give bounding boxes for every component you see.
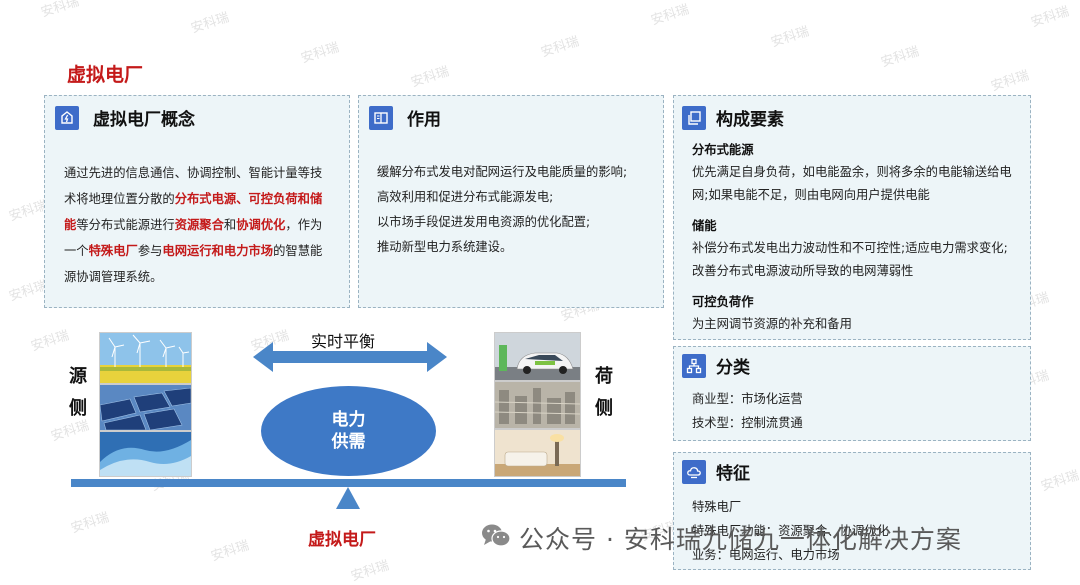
source-side-label: 源 侧	[66, 361, 90, 425]
wind-turbine-image	[99, 332, 192, 384]
concept-highlight: 资源聚合	[174, 218, 224, 232]
effect-title: 作用	[407, 110, 441, 130]
component-text: 补偿分布式发电出力波动性和不可控性;适应电力需求变化;改善分布式电源波动所导致的…	[692, 241, 1008, 278]
wechat-icon	[481, 523, 511, 553]
watermark-text: 安科瑞	[7, 198, 49, 225]
component-head: 储能	[692, 219, 717, 233]
effect-list: 缓解分布式发电对配网运行及电能质量的影响; 高效利用和促进分布式能源发电; 以市…	[377, 160, 627, 260]
layers-icon	[682, 105, 706, 130]
features-title: 特征	[716, 464, 750, 484]
watermark-text: 安科瑞	[39, 0, 81, 21]
watermark-text: 安科瑞	[189, 10, 231, 37]
cloud-icon	[682, 459, 706, 484]
wechat-account-text: 公众号 · 安科瑞九储九一体化解决方案	[519, 525, 962, 554]
ellipse-line: 电力	[331, 410, 366, 430]
wave-image	[99, 431, 192, 477]
watermark-text: 安科瑞	[299, 40, 341, 67]
factory-image	[494, 381, 581, 429]
watermark-text: 安科瑞	[349, 558, 391, 585]
balance-pivot	[336, 487, 360, 509]
load-side-char: 荷	[595, 366, 613, 387]
watermark-text: 安科瑞	[69, 510, 111, 537]
effect-item: 以市场手段促进发用电资源的优化配置;	[377, 215, 591, 229]
effect-card: 作用 缓解分布式发电对配网运行及电能质量的影响; 高效利用和促进分布式能源发电;…	[358, 95, 664, 308]
concept-card: 虚拟电厂概念 通过先进的信息通信、协调控制、智能计量等技术将地理位置分散的分布式…	[44, 95, 350, 308]
concept-text: 通过先进的信息通信、协调控制、智能计量等技术将地理位置分散的分布式电源、可控负荷…	[64, 160, 328, 290]
watermark-text: 安科瑞	[209, 538, 251, 565]
effect-item: 高效利用和促进分布式能源发电;	[377, 190, 554, 204]
book-icon	[369, 105, 393, 130]
balance-beam	[71, 479, 626, 487]
components-header: 构成要素	[682, 105, 784, 130]
living-room-image	[494, 429, 581, 477]
components-title: 构成要素	[716, 110, 784, 130]
watermark-text: 安科瑞	[879, 44, 921, 71]
watermark-text: 安科瑞	[7, 278, 49, 305]
features-header: 特征	[682, 459, 750, 484]
classification-item: 技术型：控制流贯通	[692, 416, 803, 430]
ellipse-line: 供需	[331, 432, 366, 452]
concept-highlight: 特殊电厂	[88, 244, 138, 258]
component-head: 分布式能源	[692, 143, 754, 157]
effect-item: 推动新型电力系统建设。	[377, 240, 513, 254]
classification-header: 分类	[682, 353, 750, 378]
components-card: 构成要素 分布式能源 优先满足自身负荷，如电能盈余，则将多余的电能输送给电网;如…	[673, 95, 1031, 340]
supply-demand-ellipse: 电力 供需	[261, 386, 436, 476]
page-title: 虚拟电厂	[67, 64, 144, 86]
classification-title: 分类	[716, 358, 750, 378]
vpp-bottom-label: 虚拟电厂	[308, 530, 376, 550]
watermark-text: 安科瑞	[649, 2, 691, 29]
component-text: 为主网调节资源的补充和备用	[692, 317, 852, 331]
ev-charging-image	[494, 332, 581, 381]
watermark-text: 安科瑞	[409, 64, 451, 91]
effect-item: 缓解分布式发电对配网运行及电能质量的影响;	[377, 165, 628, 179]
watermark-text: 安科瑞	[989, 68, 1031, 95]
classification-item: 商业型：市场化运营	[692, 392, 803, 406]
concept-highlight: 协调优化	[236, 218, 286, 232]
concept-segment: 和	[223, 218, 237, 232]
source-side-char: 源	[69, 366, 87, 387]
concept-segment: 参与	[137, 244, 163, 258]
concept-segment: 等分布式能源进行	[76, 218, 175, 232]
classification-card: 分类 商业型：市场化运营 技术型：控制流贯通	[673, 346, 1031, 441]
load-side-label: 荷 侧	[592, 361, 616, 425]
watermark-text: 安科瑞	[1039, 468, 1080, 495]
balance-label: 实时平衡	[311, 332, 376, 351]
effect-header: 作用	[369, 105, 441, 130]
watermark-text: 安科瑞	[539, 34, 581, 61]
source-side-char: 侧	[69, 398, 87, 419]
classification-list: 商业型：市场化运营 技术型：控制流贯通	[692, 387, 803, 435]
components-body: 分布式能源 优先满足自身负荷，如电能盈余，则将多余的电能输送给电网;如果电能不足…	[692, 139, 1017, 336]
concept-highlight: 电网运行和电力市场	[162, 244, 274, 258]
component-head: 可控负荷作	[692, 295, 754, 309]
lightning-icon	[55, 105, 79, 130]
feature-item: 特殊电厂	[692, 500, 742, 514]
watermark-text: 安科瑞	[1029, 4, 1071, 31]
component-text: 优先满足自身负荷，如电能盈余，则将多余的电能输送给电网;如果电能不足，则由电网向…	[692, 165, 1012, 202]
hierarchy-icon	[682, 353, 706, 378]
solar-panel-image	[99, 384, 192, 431]
load-side-char: 侧	[595, 398, 613, 419]
concept-title: 虚拟电厂概念	[93, 110, 195, 130]
wechat-footer: 公众号 · 安科瑞九储九一体化解决方案	[481, 520, 962, 556]
concept-header: 虚拟电厂概念	[55, 105, 195, 130]
watermark-text: 安科瑞	[29, 328, 71, 355]
watermark-text: 安科瑞	[769, 24, 811, 51]
